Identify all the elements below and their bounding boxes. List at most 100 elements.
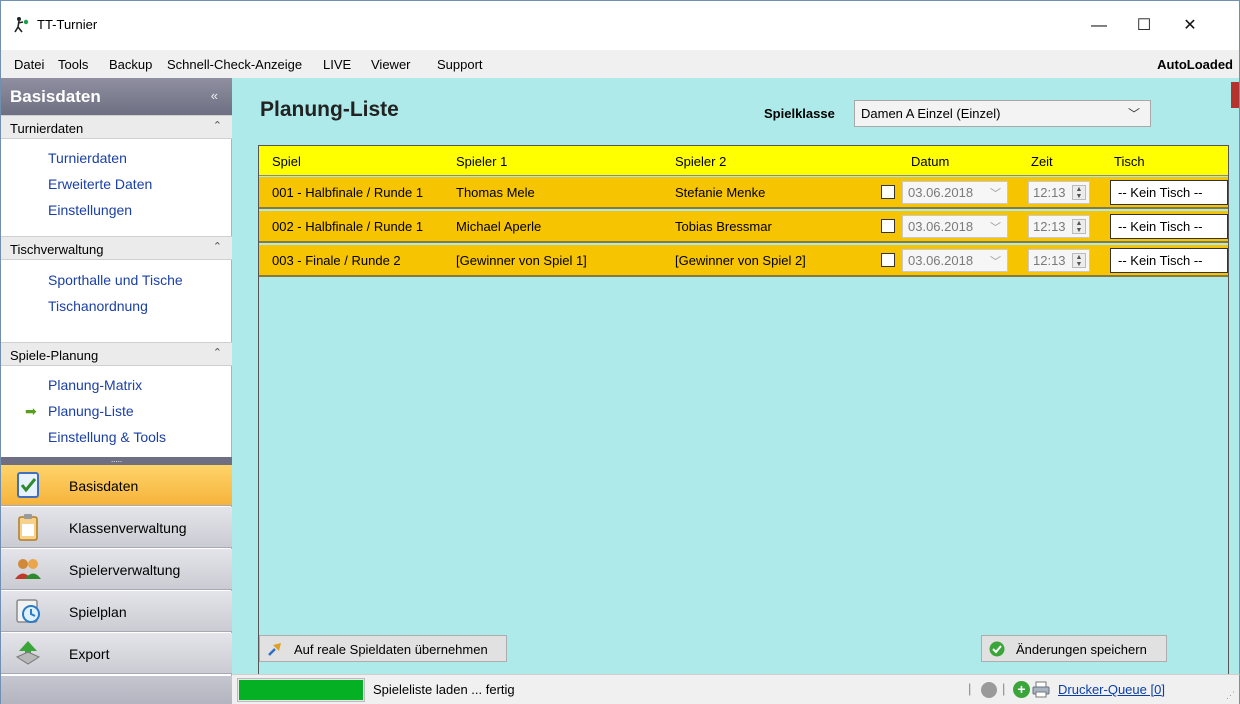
cell-spiel: 003 - Finale / Runde 2 xyxy=(272,253,401,268)
maximize-button[interactable]: ☐ xyxy=(1121,11,1167,41)
table-value: -- Kein Tisch -- xyxy=(1118,219,1203,234)
col-datum[interactable]: Datum xyxy=(911,154,949,169)
group-tischverwaltung[interactable]: Tischverwaltung ⌃ xyxy=(1,236,232,260)
clock-icon xyxy=(13,597,43,625)
date-picker[interactable]: 03.06.2018 ﹀ xyxy=(902,215,1008,238)
add-icon[interactable]: + xyxy=(1013,681,1030,698)
printer-queue-link[interactable]: Drucker-Queue [0] xyxy=(1058,682,1165,697)
spinner-icon[interactable]: ▲ ▼ xyxy=(1072,219,1086,234)
sidebar-item-einstellung-tools[interactable]: Einstellung & Tools xyxy=(48,429,166,445)
sidebar-item-turnierdaten[interactable]: Turnierdaten xyxy=(48,150,127,166)
users-icon xyxy=(13,555,43,583)
table-row[interactable]: 001 - Halbfinale / Runde 1 Thomas Mele S… xyxy=(259,177,1228,209)
module-label: Spielplan xyxy=(69,604,127,620)
time-picker[interactable]: 12:13 ▲ ▼ xyxy=(1028,181,1090,204)
row-checkbox[interactable] xyxy=(881,219,895,233)
spielklasse-select[interactable]: Damen A Einzel (Einzel) ﹀ xyxy=(854,100,1151,127)
col-spieler1[interactable]: Spieler 1 xyxy=(456,154,507,169)
status-bar: Spieleliste laden ... fertig | | + Druck… xyxy=(232,674,1240,704)
status-separator: | xyxy=(968,681,972,696)
table-row[interactable]: 002 - Halbfinale / Runde 1 Michael Aperl… xyxy=(259,211,1228,243)
collapse-group-icon[interactable]: ⌃ xyxy=(213,346,222,359)
module-spielplan-button[interactable]: Spielplan xyxy=(1,591,232,632)
resize-grip-icon[interactable]: ⋰ xyxy=(1226,690,1235,701)
table-value: -- Kein Tisch -- xyxy=(1118,185,1203,200)
sidebar-item-planung-matrix[interactable]: Planung-Matrix xyxy=(48,377,142,393)
date-picker[interactable]: 03.06.2018 ﹀ xyxy=(902,249,1008,272)
sidebar-item-tischanordnung[interactable]: Tischanordnung xyxy=(48,298,148,314)
sidebar-item-einstellungen[interactable]: Einstellungen xyxy=(48,202,132,218)
spinner-icon[interactable]: ▲ ▼ xyxy=(1072,185,1086,200)
status-separator: | xyxy=(1002,681,1006,696)
minimize-button[interactable]: — xyxy=(1076,11,1122,41)
menu-live[interactable]: LIVE xyxy=(323,57,351,72)
date-value: 03.06.2018 xyxy=(908,219,974,234)
cell-spieler2: Stefanie Menke xyxy=(675,185,766,200)
collapse-group-icon[interactable]: ⌃ xyxy=(213,240,222,253)
menu-datei[interactable]: Datei xyxy=(14,57,44,72)
disc-icon[interactable] xyxy=(981,682,997,698)
panel-edge-marker[interactable] xyxy=(1231,82,1239,108)
close-button[interactable]: ✕ xyxy=(1167,11,1213,41)
sidebar-header: Basisdaten « xyxy=(1,78,232,115)
current-item-arrow-icon: ➡ xyxy=(25,403,37,419)
cell-spieler2: [Gewinner von Spiel 2] xyxy=(675,253,806,268)
module-label: Spielerverwaltung xyxy=(69,562,181,578)
table-select[interactable]: -- Kein Tisch -- xyxy=(1110,248,1228,273)
menu-viewer[interactable]: Viewer xyxy=(371,57,411,72)
page-title: Planung-Liste xyxy=(260,98,399,121)
sidebar-splitter[interactable]: ..... xyxy=(1,456,232,465)
collapse-group-icon[interactable]: ⌃ xyxy=(213,119,222,132)
module-label: Export xyxy=(69,646,110,662)
time-picker[interactable]: 12:13 ▲ ▼ xyxy=(1028,215,1090,238)
menu-schnell-check[interactable]: Schnell-Check-Anzeige xyxy=(167,57,302,72)
time-picker[interactable]: 12:13 ▲ ▼ xyxy=(1028,249,1090,272)
collapse-sidebar-icon[interactable]: « xyxy=(211,88,218,103)
cell-spieler1: Michael Aperle xyxy=(456,219,542,234)
menu-support[interactable]: Support xyxy=(437,57,483,72)
button-label: Auf reale Spieldaten übernehmen xyxy=(294,642,488,657)
col-tisch[interactable]: Tisch xyxy=(1114,154,1145,169)
row-checkbox[interactable] xyxy=(881,253,895,267)
printer-icon[interactable] xyxy=(1032,681,1050,698)
table-select[interactable]: -- Kein Tisch -- xyxy=(1110,180,1228,205)
spielklasse-value: Damen A Einzel (Einzel) xyxy=(861,106,1001,121)
cell-spieler1: [Gewinner von Spiel 1] xyxy=(456,253,587,268)
table-row[interactable]: 003 - Finale / Runde 2 [Gewinner von Spi… xyxy=(259,245,1228,277)
sidebar-title: Basisdaten xyxy=(10,87,101,106)
col-spiel[interactable]: Spiel xyxy=(272,154,301,169)
module-label: Basisdaten xyxy=(69,478,139,494)
module-spielerverwaltung-button[interactable]: Spielerverwaltung xyxy=(1,549,232,590)
group-spiele-planung[interactable]: Spiele-Planung ⌃ xyxy=(1,342,232,366)
module-export-button[interactable]: Export xyxy=(1,633,232,674)
time-value: 12:13 xyxy=(1033,219,1066,234)
date-picker[interactable]: 03.06.2018 ﹀ xyxy=(902,181,1008,204)
planning-table: Spiel Spieler 1 Spieler 2 Datum Zeit Tis… xyxy=(258,145,1229,695)
save-changes-button[interactable]: Änderungen speichern xyxy=(981,635,1167,662)
table-select[interactable]: -- Kein Tisch -- xyxy=(1110,214,1228,239)
module-basisdaten-button[interactable]: Basisdaten xyxy=(1,465,232,506)
col-zeit[interactable]: Zeit xyxy=(1031,154,1053,169)
group-turnierdaten[interactable]: Turnierdaten ⌃ xyxy=(1,115,232,139)
clipboard-icon xyxy=(13,513,43,541)
sidebar-item-erweiterte-daten[interactable]: Erweiterte Daten xyxy=(48,176,152,192)
menu-bar: Datei Tools Backup Schnell-Check-Anzeige… xyxy=(0,50,1240,78)
sidebar-item-planung-liste[interactable]: Planung-Liste xyxy=(48,403,134,419)
time-value: 12:13 xyxy=(1033,253,1066,268)
menu-tools[interactable]: Tools xyxy=(58,57,88,72)
menu-backup[interactable]: Backup xyxy=(109,57,152,72)
title-bar: TT-Turnier — ☐ ✕ xyxy=(0,0,1240,50)
spinner-icon[interactable]: ▲ ▼ xyxy=(1072,253,1086,268)
chevron-down-icon: ﹀ xyxy=(1127,107,1140,121)
apply-real-data-button[interactable]: Auf reale Spieldaten übernehmen xyxy=(259,635,507,662)
row-checkbox[interactable] xyxy=(881,185,895,199)
autoloaded-label: AutoLoaded xyxy=(1157,57,1233,72)
main-panel: Planung-Liste Spielklasse Damen A Einzel… xyxy=(232,78,1240,695)
cell-spieler2: Tobias Bressmar xyxy=(675,219,772,234)
module-klassenverwaltung-button[interactable]: Klassenverwaltung xyxy=(1,507,232,548)
group-label: Tischverwaltung xyxy=(10,242,104,257)
sidebar-item-sporthalle[interactable]: Sporthalle und Tische xyxy=(48,272,183,288)
date-value: 03.06.2018 xyxy=(908,185,974,200)
chevron-down-icon: ﹀ xyxy=(990,222,1001,234)
col-spieler2[interactable]: Spieler 2 xyxy=(675,154,726,169)
